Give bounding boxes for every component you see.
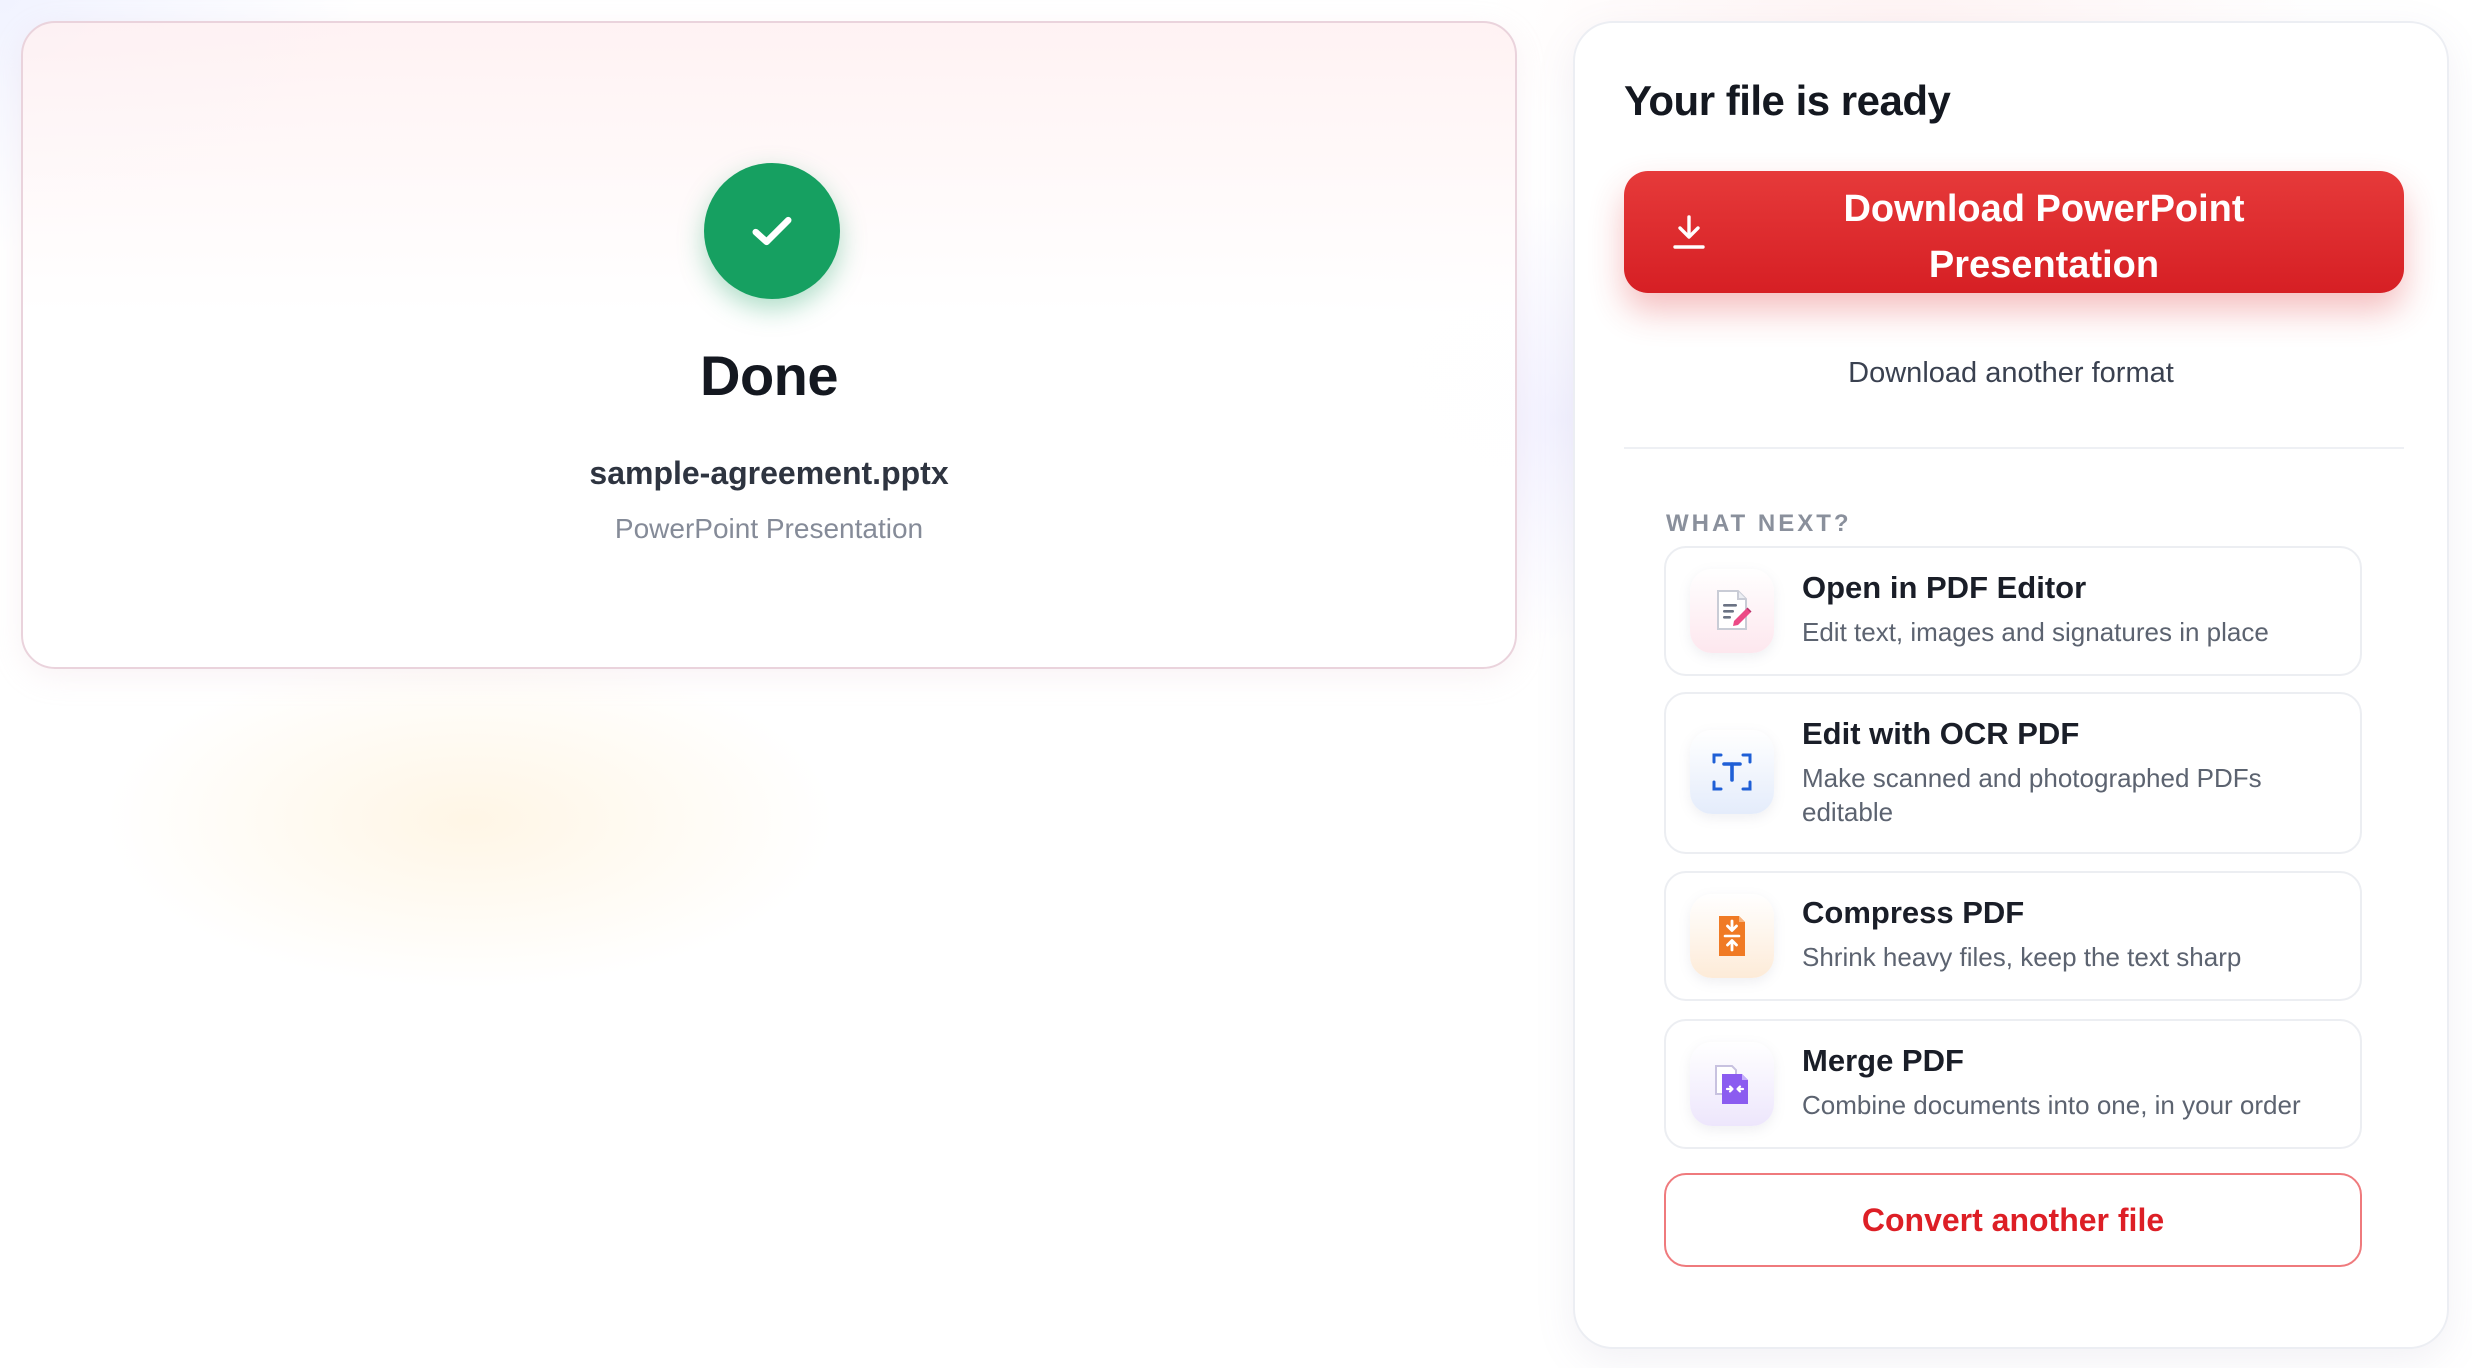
pdf-editor-icon [1690, 569, 1774, 653]
convert-another-file-button[interactable]: Convert another file [1664, 1173, 2362, 1267]
download-another-format-link[interactable]: Download another format [1575, 357, 2447, 390]
compress-icon [1690, 894, 1774, 978]
file-name: sample-agreement.pptx [589, 455, 949, 491]
ocr-icon [1690, 730, 1774, 814]
file-type: PowerPoint Presentation [614, 513, 924, 544]
tool-compress-pdf[interactable]: Compress PDF Shrink heavy files, keep th… [1664, 871, 2362, 1001]
tool-title: Edit with OCR PDF [1802, 716, 2080, 751]
tool-description: Combine documents into one, in your orde… [1802, 1090, 2301, 1120]
download-icon [1673, 215, 1705, 249]
panel-title: Your file is ready [1624, 77, 1951, 124]
status-title: Done [700, 344, 839, 407]
tool-pdf-editor[interactable]: Open in PDF Editor Edit text, images and… [1664, 546, 2362, 676]
divider [1624, 447, 2404, 449]
conversion-status-card: Done sample-agreement.pptx PowerPoint Pr… [21, 21, 1517, 669]
merge-icon [1690, 1042, 1774, 1126]
download-button[interactable]: Download PowerPoint Presentation [1624, 171, 2404, 293]
tool-description: Edit text, images and signatures in plac… [1802, 617, 2269, 647]
tool-description: Shrink heavy files, keep the text sharp [1802, 942, 2242, 972]
tool-title: Merge PDF [1802, 1043, 1964, 1078]
check-icon [704, 163, 840, 299]
tool-ocr-pdf[interactable]: Edit with OCR PDF Make scanned and photo… [1664, 692, 2362, 854]
download-button-label: Download PowerPoint Presentation [1843, 188, 2245, 286]
tool-title: Open in PDF Editor [1802, 570, 2087, 605]
what-next-heading: WHAT NEXT? [1666, 510, 1852, 537]
tool-description: Make scanned and photographed PDFs edita… [1802, 763, 2262, 827]
file-ready-panel: Your file is ready Download PowerPoint P… [1573, 21, 2449, 1349]
tool-title: Compress PDF [1802, 895, 2025, 930]
tool-merge-pdf[interactable]: Merge PDF Combine documents into one, in… [1664, 1019, 2362, 1149]
